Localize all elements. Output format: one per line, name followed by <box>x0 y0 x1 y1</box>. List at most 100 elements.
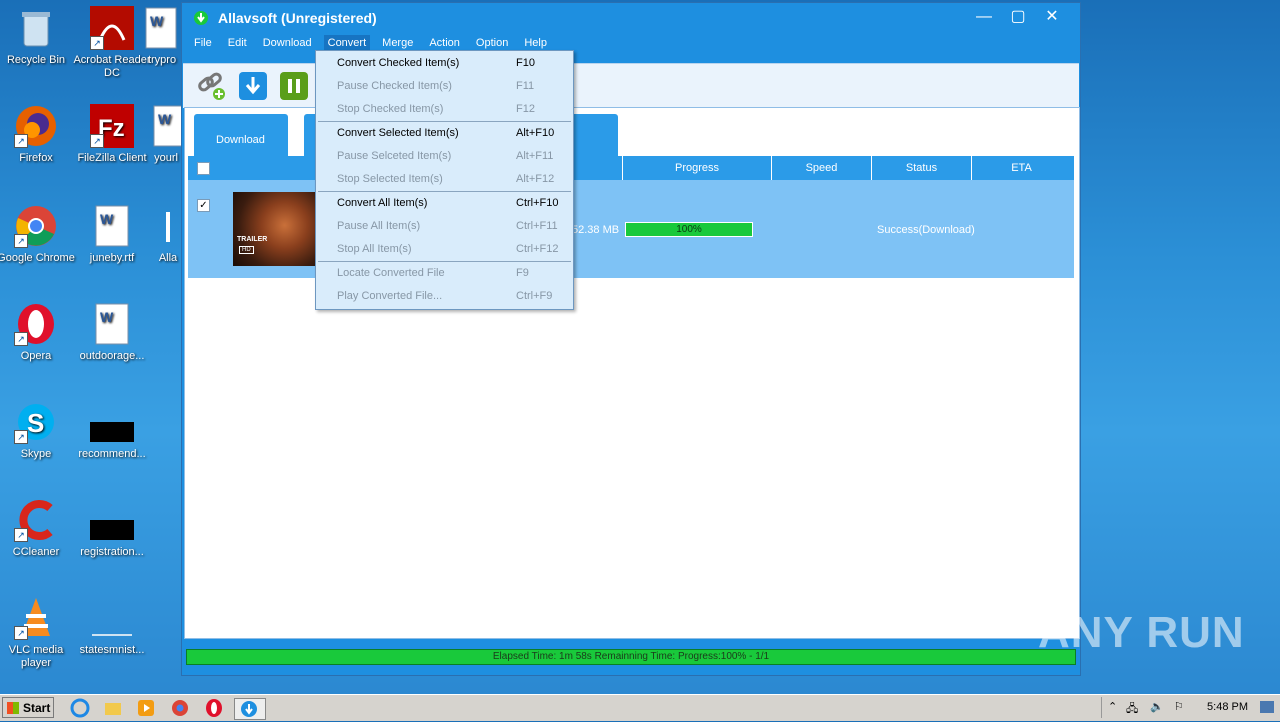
word-doc-icon: W <box>90 204 134 248</box>
select-all-checkbox[interactable] <box>197 162 210 175</box>
shortcut-arrow-icon: ↗ <box>90 36 104 50</box>
shortcut-arrow-icon: ↗ <box>14 134 28 148</box>
shortcut-arrow-icon: ↗ <box>14 528 28 542</box>
word-doc-icon: W <box>90 302 134 346</box>
file-icon <box>90 498 134 542</box>
desktop-icon-skype[interactable]: S ↗ Skype <box>0 400 76 461</box>
desktop-icon-juneby[interactable]: W juneby.rtf <box>72 204 152 265</box>
desktop-icon-recycle-bin[interactable]: Recycle Bin <box>0 6 76 67</box>
window-title: Allavsoft (Unregistered) <box>218 10 377 26</box>
allavsoft-taskbar-icon[interactable] <box>234 698 266 720</box>
desktop-icon-vlc[interactable]: ↗ VLC media player <box>0 596 76 670</box>
menu-item-locate-converted: Locate Converted File F9 <box>337 267 529 279</box>
menu-help[interactable]: Help <box>524 37 547 49</box>
anyrun-watermark: ANY RUN <box>1038 608 1245 657</box>
svg-text:S: S <box>27 408 44 438</box>
row-progress-bar: 100% <box>625 222 753 237</box>
desktop-icon-outdoorage[interactable]: W outdoorage... <box>72 302 152 363</box>
menu-option[interactable]: Option <box>476 37 508 49</box>
folder-icon[interactable] <box>103 698 123 718</box>
clock[interactable]: 5:48 PM <box>1207 701 1248 713</box>
svg-text:W: W <box>150 13 164 29</box>
menu-item-convert-all[interactable]: Convert All Item(s) Ctrl+F10 <box>316 192 573 214</box>
title-bar: Allavsoft (Unregistered) <box>182 3 1080 33</box>
vlc-icon: ↗ <box>14 596 58 640</box>
shortcut-arrow-icon: ↗ <box>14 626 28 640</box>
menu-item-pause-checked: Pause Checked Item(s) F11 <box>337 80 535 92</box>
menu-file[interactable]: File <box>194 37 212 49</box>
allavsoft-app-icon <box>194 11 208 25</box>
desktop-icon-alla[interactable]: Alla <box>152 204 184 265</box>
column-eta[interactable]: ETA <box>971 156 1071 180</box>
add-link-icon[interactable] <box>195 70 227 102</box>
chrome-icon: ↗ <box>14 204 58 248</box>
maximize-icon[interactable]: ▢ <box>1008 7 1028 27</box>
row-status: Success(Download) <box>877 224 975 236</box>
windows-logo-icon <box>7 702 19 714</box>
acrobat-icon: ↗ <box>90 6 134 50</box>
ccleaner-icon: ↗ <box>14 498 58 542</box>
filezilla-icon: Fz ↗ <box>90 104 134 148</box>
desktop-icon-chrome[interactable]: ↗ Google Chrome <box>0 204 76 265</box>
shortcut-arrow-icon: ↗ <box>14 430 28 444</box>
show-hidden-icons-icon[interactable]: ⌃ <box>1108 700 1117 713</box>
recycle-bin-icon <box>14 6 58 50</box>
network-icon[interactable]: 🖧 <box>1126 700 1138 719</box>
pause-icon[interactable] <box>278 70 310 102</box>
chrome-icon[interactable] <box>170 698 190 718</box>
desktop-icon-ccleaner[interactable]: ↗ CCleaner <box>0 498 76 559</box>
desktop-icon-registration[interactable]: registration... <box>72 498 152 559</box>
ie-icon[interactable] <box>70 698 90 718</box>
menu-item-convert-selected[interactable]: Convert Selected Item(s) Alt+F10 <box>316 122 573 144</box>
menu-action[interactable]: Action <box>429 37 460 49</box>
shortcut-arrow-icon: ↗ <box>14 332 28 346</box>
taskbar: Start ⌃ 🖧 🔈 ⚐ 5:48 PM <box>0 694 1280 721</box>
media-player-icon[interactable] <box>136 698 156 718</box>
volume-icon[interactable]: 🔈 <box>1150 700 1164 713</box>
video-thumbnail: TRAILER HD <box>233 192 319 266</box>
column-status[interactable]: Status <box>871 156 971 180</box>
file-icon <box>90 596 134 640</box>
download-icon[interactable] <box>237 70 269 102</box>
word-doc-icon: W <box>140 6 184 50</box>
svg-text:W: W <box>100 309 114 325</box>
menu-item-convert-checked[interactable]: Convert Checked Item(s) F10 <box>316 52 573 74</box>
menu-edit[interactable]: Edit <box>228 37 247 49</box>
show-desktop-icon[interactable] <box>1260 701 1274 713</box>
skype-icon: S ↗ <box>14 400 58 444</box>
column-speed[interactable]: Speed <box>771 156 871 180</box>
word-doc-icon: W <box>148 104 184 148</box>
desktop-icon-firefox[interactable]: ↗ Firefox <box>0 104 76 165</box>
desktop-icon-filezilla[interactable]: Fz ↗ FileZilla Client <box>72 104 152 165</box>
opera-icon[interactable] <box>204 698 224 718</box>
system-tray: ⌃ 🖧 🔈 ⚐ 5:48 PM <box>1101 697 1280 718</box>
svg-text:W: W <box>100 211 114 227</box>
row-checkbox-checked[interactable]: ✓ <box>197 199 210 212</box>
desktop-icon-statesmnist[interactable]: statesmnist... <box>72 596 152 657</box>
minimize-icon[interactable]: — <box>974 7 994 27</box>
shortcut-arrow-icon: ↗ <box>90 134 104 148</box>
menu-convert[interactable]: Convert <box>323 35 371 51</box>
flag-icon[interactable]: ⚐ <box>1174 700 1184 713</box>
start-button[interactable]: Start <box>2 697 54 718</box>
close-icon[interactable]: ✕ <box>1042 7 1062 27</box>
shortcut-arrow-icon: ↗ <box>14 234 28 248</box>
svg-text:W: W <box>158 111 172 127</box>
overall-progress-bar: Elapsed Time: 1m 58s Remainning Time: Pr… <box>186 649 1076 665</box>
tab-download[interactable]: Download <box>194 114 288 156</box>
desktop-icon-opera[interactable]: ↗ Opera <box>0 302 76 363</box>
allavsoft-icon <box>152 204 184 248</box>
menu-item-stop-all: Stop All Item(s) Ctrl+F12 <box>337 243 559 255</box>
desktop-icon-trypro[interactable]: W trypro <box>140 6 184 67</box>
menu-item-stop-checked: Stop Checked Item(s) F12 <box>337 103 535 115</box>
menu-download[interactable]: Download <box>263 37 312 49</box>
column-progress[interactable]: Progress <box>622 156 771 180</box>
desktop-icon-recommend[interactable]: recommend... <box>72 400 152 461</box>
menu-item-pause-all: Pause All Item(s) Ctrl+F11 <box>337 220 558 232</box>
menu-merge[interactable]: Merge <box>382 37 413 49</box>
menu-item-play-converted: Play Converted File... Ctrl+F9 <box>337 290 553 302</box>
desktop-icon-yourl[interactable]: W yourl <box>148 104 184 165</box>
menu-item-stop-selected: Stop Selected Item(s) Alt+F12 <box>337 173 555 185</box>
convert-menu: Convert Checked Item(s) F10 Pause Checked… <box>315 50 574 310</box>
opera-icon: ↗ <box>14 302 58 346</box>
